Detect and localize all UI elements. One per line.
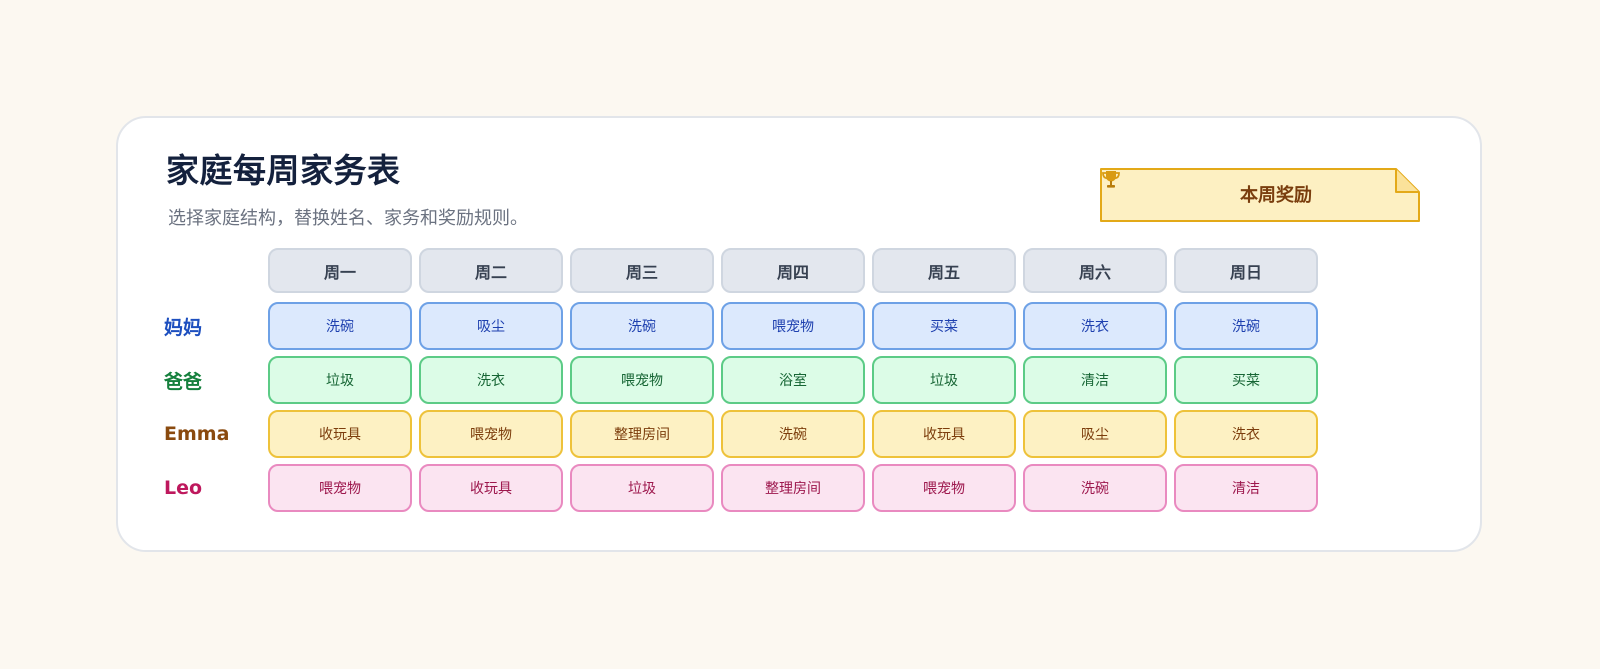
chore-cell[interactable]: 洗衣	[1174, 410, 1318, 458]
member-name[interactable]: Emma	[164, 410, 229, 458]
chore-cell[interactable]: 洗碗	[721, 410, 865, 458]
chore-cell[interactable]: 浴室	[721, 356, 865, 404]
page-title: 家庭每周家务表	[166, 151, 401, 190]
member-name[interactable]: 爸爸	[164, 356, 202, 404]
chore-cell[interactable]: 收玩具	[419, 464, 563, 512]
reward-label: 本周奖励	[1240, 185, 1312, 206]
page-subtitle: 选择家庭结构，替换姓名、家务和奖励规则。	[168, 208, 528, 229]
chore-cell[interactable]: 清洁	[1174, 464, 1318, 512]
chore-cell[interactable]: 洗碗	[268, 302, 412, 350]
chore-cell[interactable]: 垃圾	[570, 464, 714, 512]
chore-cell[interactable]: 洗碗	[570, 302, 714, 350]
chore-cell[interactable]: 洗衣	[419, 356, 563, 404]
chore-cell[interactable]: 买菜	[1174, 356, 1318, 404]
chore-cell[interactable]: 整理房间	[570, 410, 714, 458]
chore-cell[interactable]: 喂宠物	[872, 464, 1016, 512]
chore-cell[interactable]: 买菜	[872, 302, 1016, 350]
day-header: 周五	[872, 248, 1016, 293]
trophy-icon	[1102, 171, 1230, 205]
chore-cell[interactable]: 洗碗	[1023, 464, 1167, 512]
chore-cell[interactable]: 喂宠物	[419, 410, 563, 458]
weekly-reward-note[interactable]: 本周奖励	[1100, 168, 1420, 222]
day-header: 周二	[419, 248, 563, 293]
chore-cell[interactable]: 整理房间	[721, 464, 865, 512]
member-name[interactable]: 妈妈	[164, 302, 202, 350]
member-name[interactable]: Leo	[164, 464, 202, 512]
chore-cell[interactable]: 收玩具	[872, 410, 1016, 458]
day-header: 周日	[1174, 248, 1318, 293]
chore-cell[interactable]: 吸尘	[419, 302, 563, 350]
chore-cell[interactable]: 垃圾	[872, 356, 1016, 404]
chore-cell[interactable]: 吸尘	[1023, 410, 1167, 458]
chore-cell[interactable]: 喂宠物	[721, 302, 865, 350]
chore-cell[interactable]: 垃圾	[268, 356, 412, 404]
chore-cell[interactable]: 清洁	[1023, 356, 1167, 404]
chore-cell[interactable]: 洗碗	[1174, 302, 1318, 350]
chore-cell[interactable]: 喂宠物	[570, 356, 714, 404]
chore-cell[interactable]: 洗衣	[1023, 302, 1167, 350]
day-header: 周六	[1023, 248, 1167, 293]
chore-chart-card: 家庭每周家务表 选择家庭结构，替换姓名、家务和奖励规则。 本周奖励 周一 周二 周三…	[116, 116, 1482, 552]
day-header: 周四	[721, 248, 865, 293]
reward-label-wrap: 本周奖励	[1100, 168, 1420, 220]
day-header: 周一	[268, 248, 412, 293]
chore-cell[interactable]: 喂宠物	[268, 464, 412, 512]
day-header: 周三	[570, 248, 714, 293]
chore-cell[interactable]: 收玩具	[268, 410, 412, 458]
